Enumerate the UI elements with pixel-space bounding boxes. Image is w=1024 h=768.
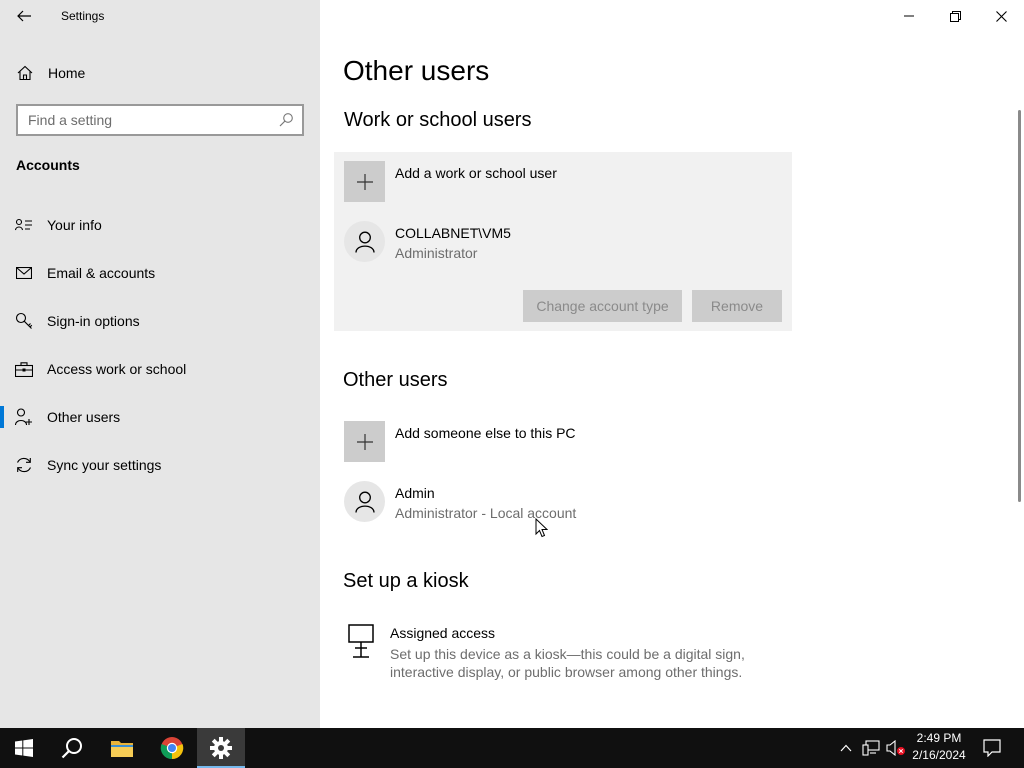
change-account-type-button[interactable]: Change account type <box>523 290 682 322</box>
window-controls <box>886 0 1024 32</box>
user-avatar-icon <box>344 481 385 522</box>
minimize-button[interactable] <box>886 0 932 32</box>
sidebar-item-label: Sign-in options <box>47 313 140 329</box>
home-icon <box>17 65 33 81</box>
add-someone-else-label: Add someone else to this PC <box>395 425 576 441</box>
sidebar: Settings Home Accounts Your info Email &… <box>0 0 320 728</box>
mail-icon <box>15 264 33 282</box>
taskbar: 2:49 PM 2/16/2024 <box>0 728 1024 768</box>
back-arrow-icon <box>17 10 31 22</box>
close-icon <box>995 10 1007 22</box>
chrome-button[interactable] <box>148 728 196 768</box>
assigned-access-description: Set up this device as a kiosk—this could… <box>390 646 745 680</box>
back-button[interactable] <box>10 4 38 28</box>
home-label: Home <box>48 65 86 81</box>
sidebar-item-your-info[interactable]: Your info <box>0 201 320 249</box>
start-button[interactable] <box>0 728 48 768</box>
contact-card-icon <box>15 216 33 234</box>
clock-date: 2/16/2024 <box>912 748 966 762</box>
sidebar-item-label: Access work or school <box>47 361 187 377</box>
sidebar-item-email-accounts[interactable]: Email & accounts <box>0 249 320 297</box>
taskbar-clock[interactable]: 2:49 PM 2/16/2024 <box>906 730 972 766</box>
volume-muted-icon <box>886 740 905 756</box>
sidebar-nav: Your info Email & accounts Sign-in optio… <box>0 201 320 489</box>
other-user-item[interactable]: Admin Administrator - Local account <box>344 481 576 522</box>
settings-icon <box>210 737 232 759</box>
search-input[interactable] <box>18 107 278 133</box>
sidebar-item-label: Your info <box>47 217 102 233</box>
sync-icon <box>15 456 33 474</box>
assigned-access-title: Assigned access <box>390 625 496 641</box>
minimize-icon <box>904 15 914 17</box>
title-bar: Settings <box>0 0 320 32</box>
remove-button[interactable]: Remove <box>692 290 782 322</box>
add-work-school-user[interactable]: Add a work or school user <box>344 161 557 202</box>
show-hidden-icons-button[interactable] <box>838 738 854 758</box>
volume-button[interactable] <box>885 738 907 758</box>
user-role: Administrator - Local account <box>395 505 577 521</box>
user-avatar-icon <box>344 221 385 262</box>
plus-icon <box>344 421 385 462</box>
chrome-icon <box>160 737 184 760</box>
assigned-access-item[interactable]: Assigned access Set up this device as a … <box>348 624 770 681</box>
sidebar-item-home[interactable]: Home <box>0 58 320 88</box>
taskbar-search-button[interactable] <box>48 728 96 768</box>
sidebar-item-sync-settings[interactable]: Sync your settings <box>0 441 320 489</box>
briefcase-icon <box>15 360 33 378</box>
app-title: Settings <box>61 9 105 23</box>
settings-taskbar-button[interactable] <box>197 728 245 768</box>
file-explorer-icon <box>111 741 133 757</box>
action-center-button[interactable] <box>980 738 1004 758</box>
scrollbar[interactable] <box>1018 110 1021 502</box>
user-role: Administrator <box>395 245 478 261</box>
search-icon <box>61 738 82 759</box>
user-name: COLLABNET\VM5 <box>395 225 511 241</box>
other-users-heading: Other users <box>343 369 448 391</box>
work-school-heading: Work or school users <box>344 109 532 131</box>
sidebar-item-label: Other users <box>47 409 121 425</box>
sidebar-item-label: Sync your settings <box>47 457 162 473</box>
network-icon <box>862 740 880 756</box>
sidebar-item-sign-in-options[interactable]: Sign-in options <box>0 297 320 345</box>
close-button[interactable] <box>978 0 1024 32</box>
main-content: Other users Work or school users Add a w… <box>320 0 1024 728</box>
restore-button[interactable] <box>932 0 978 32</box>
key-icon <box>15 312 33 330</box>
person-add-icon <box>15 408 33 426</box>
section-title: Accounts <box>16 157 80 173</box>
sidebar-item-other-users[interactable]: Other users <box>0 393 320 441</box>
sidebar-item-access-work-school[interactable]: Access work or school <box>0 345 320 393</box>
user-name: Admin <box>395 485 435 501</box>
notifications-icon <box>983 739 1001 757</box>
search-box[interactable] <box>16 104 304 136</box>
plus-icon <box>344 161 385 202</box>
network-button[interactable] <box>861 738 881 758</box>
search-icon[interactable] <box>278 112 294 128</box>
clock-time: 2:49 PM <box>916 731 962 745</box>
sidebar-item-label: Email & accounts <box>47 265 156 281</box>
kiosk-heading: Set up a kiosk <box>343 570 469 592</box>
file-explorer-button[interactable] <box>98 728 146 768</box>
kiosk-icon <box>348 624 374 658</box>
restore-icon <box>949 10 961 22</box>
work-school-user-item[interactable]: COLLABNET\VM5 Administrator <box>344 221 511 262</box>
mouse-cursor-icon <box>535 518 548 538</box>
add-work-school-user-label: Add a work or school user <box>395 165 557 181</box>
chevron-up-icon <box>840 744 852 752</box>
add-someone-else[interactable]: Add someone else to this PC <box>344 421 576 462</box>
page-title: Other users <box>343 55 490 86</box>
start-icon <box>15 739 33 757</box>
